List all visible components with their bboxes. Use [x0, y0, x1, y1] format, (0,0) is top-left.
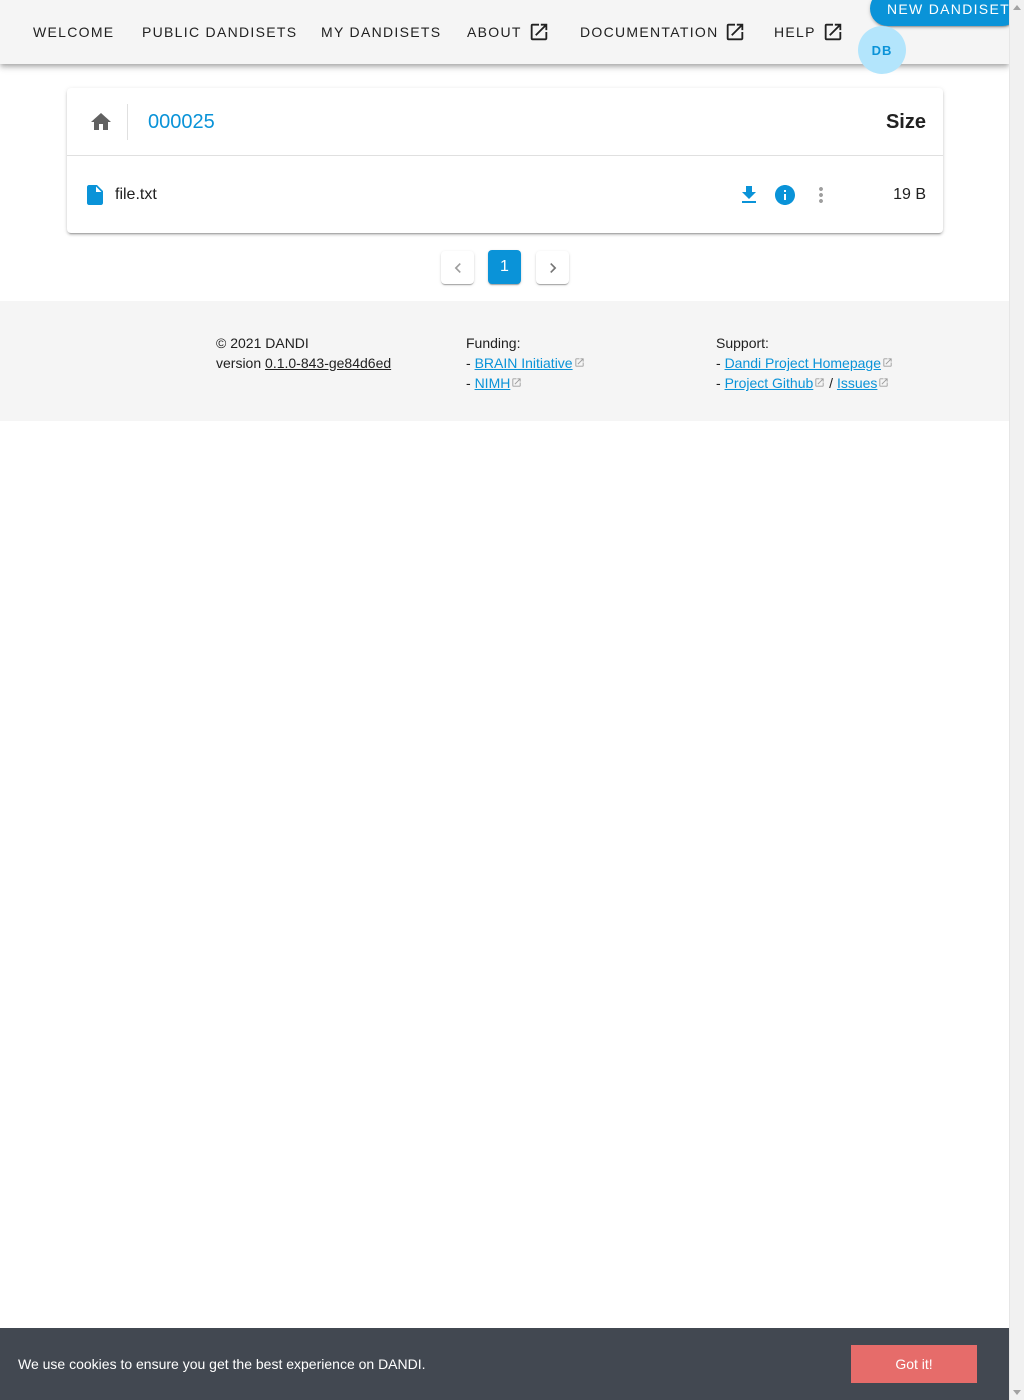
file-name: file.txt — [115, 186, 157, 203]
download-icon[interactable] — [737, 183, 761, 207]
list-dash: - — [466, 375, 471, 391]
nav-documentation-button[interactable]: Documentation — [580, 0, 746, 64]
pagination-page-button[interactable]: 1 — [488, 250, 521, 284]
file-row[interactable]: file.txt 19 B — [67, 157, 943, 233]
user-avatar[interactable]: DB — [858, 26, 906, 74]
footer-version-label: version — [216, 355, 262, 371]
external-link-icon — [883, 358, 892, 367]
link-separator: / — [829, 375, 834, 391]
pagination-prev-button[interactable] — [441, 251, 474, 284]
nav-welcome-label: Welcome — [33, 24, 115, 40]
open-in-new-icon — [530, 23, 547, 41]
nav-public-dandisets-label: Public Dandisets — [142, 24, 298, 40]
more-vert-icon[interactable] — [809, 183, 833, 207]
file-size: 19 B — [893, 186, 926, 203]
brain-initiative-link[interactable]: BRAIN Initiative — [475, 355, 573, 371]
footer-funding-title: Funding: — [466, 335, 521, 351]
nav-about-label: About — [467, 24, 522, 40]
file-browser-header: 000025 Size — [67, 88, 943, 156]
footer-support-title: Support: — [716, 335, 769, 351]
nav-documentation-label: Documentation — [580, 24, 719, 40]
scroll-up-arrow-icon[interactable] — [1013, 5, 1021, 10]
cookie-accept-button[interactable]: Got it! — [851, 1345, 977, 1383]
footer-version-line: version 0.1.0-843-ge84d6ed — [216, 353, 391, 373]
scroll-down-arrow-icon[interactable] — [1013, 1390, 1021, 1395]
footer-support-item: - Dandi Project Homepage — [716, 353, 893, 373]
nav-public-dandisets-button[interactable]: Public Dandisets — [142, 0, 297, 64]
footer-funding-item: - NIMH — [466, 373, 585, 393]
chevron-left-icon — [454, 262, 461, 273]
size-column-header: Size — [885, 111, 926, 133]
issues-link[interactable]: Issues — [837, 375, 877, 391]
open-in-new-icon — [727, 23, 744, 41]
file-browser-card: 000025 Size file.txt 19 B — [67, 88, 943, 233]
footer-support-item: - Project Github / Issues — [716, 373, 893, 393]
nimh-link[interactable]: NIMH — [475, 375, 511, 391]
footer-version-link[interactable]: 0.1.0-843-ge84d6ed — [265, 355, 391, 371]
nav-help-button[interactable]: Help — [774, 0, 844, 64]
nav-help-label: Help — [774, 24, 816, 40]
list-dash: - — [716, 375, 721, 391]
nav-my-dandisets-button[interactable]: My Dandisets — [321, 0, 441, 64]
nav-my-dandisets-label: My Dandisets — [321, 24, 442, 40]
nav-about-button[interactable]: About — [467, 0, 550, 64]
info-icon[interactable] — [773, 183, 797, 207]
new-dandiset-button[interactable]: NEW DANDISET — [870, 0, 1020, 26]
footer: © 2021 DANDI version 0.1.0-843-ge84d6ed … — [0, 301, 1009, 421]
footer-funding-item: - BRAIN Initiative — [466, 353, 585, 373]
list-dash: - — [466, 355, 471, 371]
external-link-icon — [574, 358, 584, 367]
nav-welcome-button[interactable]: Welcome — [33, 0, 114, 64]
footer-copyright: © 2021 DANDI — [216, 335, 309, 351]
app-bar: Welcome Public Dandisets My Dandisets Ab… — [0, 0, 1020, 74]
chevron-right-icon — [549, 262, 556, 273]
footer-about-column: © 2021 DANDI version 0.1.0-843-ge84d6ed — [216, 333, 391, 373]
footer-funding-column: Funding: - BRAIN Initiative - NIMH — [466, 333, 585, 393]
footer-support-column: Support: - Dandi Project Homepage - Proj… — [716, 333, 893, 393]
header-divider — [127, 104, 128, 140]
dandi-homepage-link[interactable]: Dandi Project Homepage — [725, 355, 881, 371]
project-github-link[interactable]: Project Github — [725, 375, 814, 391]
cookie-banner: We use cookies to ensure you get the bes… — [0, 1328, 1009, 1400]
cookie-message: We use cookies to ensure you get the bes… — [18, 1356, 426, 1372]
breadcrumb-dandiset-id[interactable]: 000025 — [148, 108, 215, 136]
pagination-next-button[interactable] — [536, 251, 569, 284]
external-link-icon — [512, 378, 521, 387]
file-icon — [87, 185, 103, 205]
external-link-icon — [815, 378, 824, 387]
home-icon[interactable] — [89, 110, 113, 134]
list-dash: - — [716, 355, 721, 371]
vertical-scrollbar[interactable] — [1009, 0, 1024, 1400]
external-link-icon — [879, 378, 889, 387]
open-in-new-icon — [824, 23, 842, 41]
